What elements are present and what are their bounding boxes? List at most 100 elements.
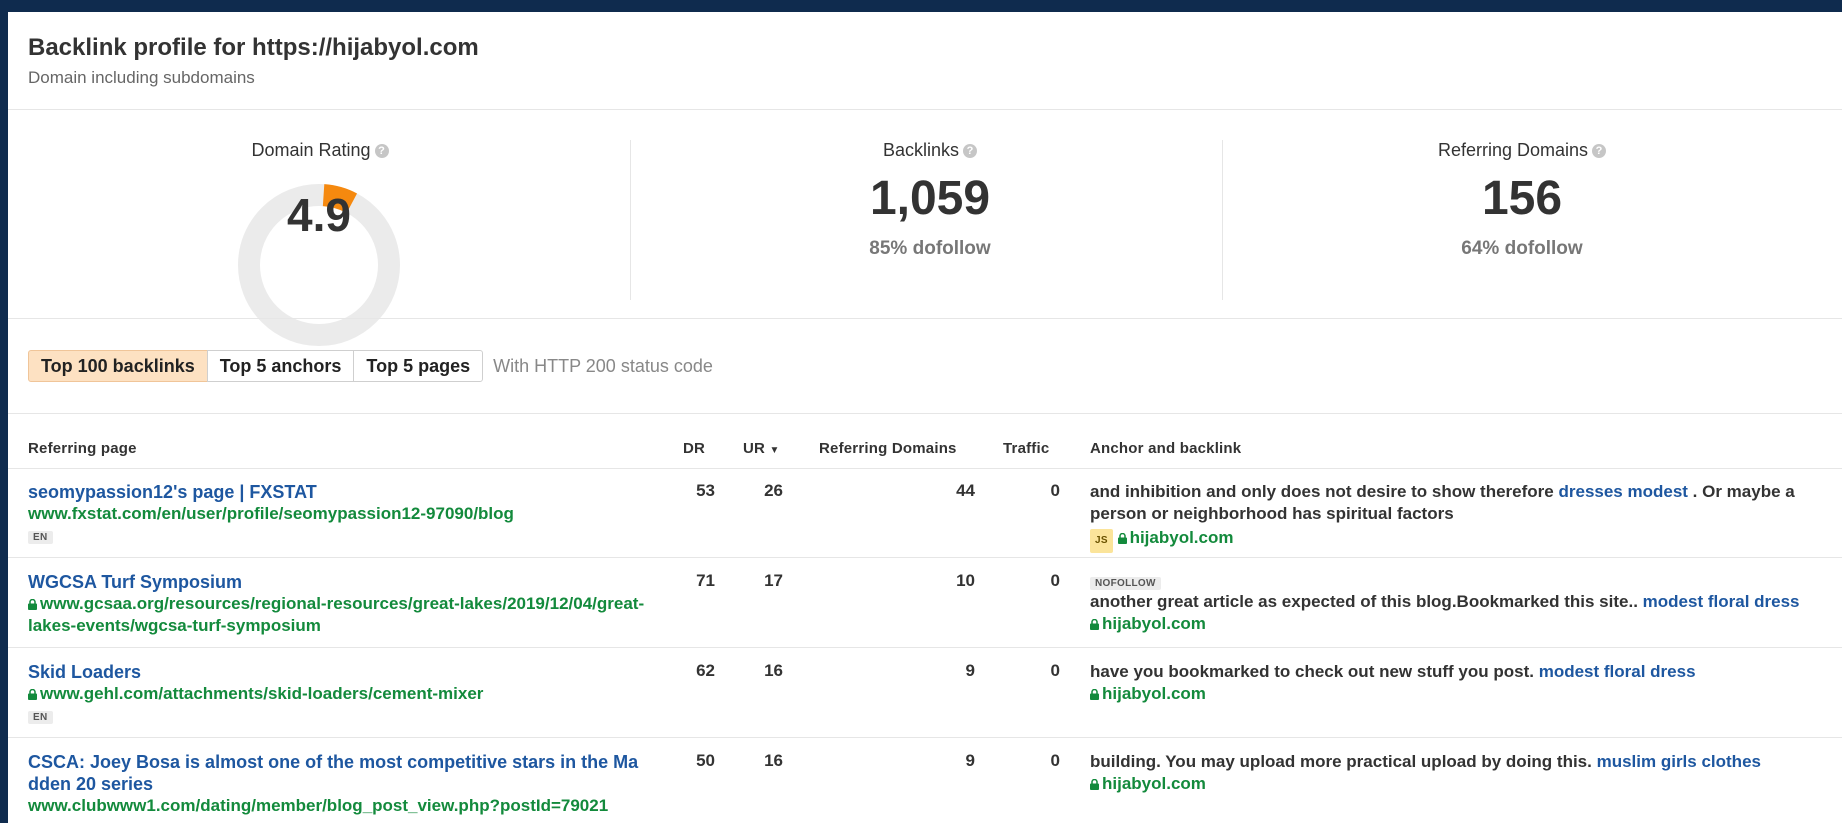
referring-page-url[interactable]: www.clubwww1.com/dating/member/blog_post… — [28, 795, 648, 817]
metric-separator — [630, 140, 631, 300]
traffic-value: 0 — [1050, 481, 1060, 500]
anchor-text-line: building. You may upload more practical … — [1090, 751, 1830, 773]
question-circle-icon[interactable]: ? — [1592, 144, 1607, 158]
ur-value: 26 — [764, 481, 783, 500]
referring-page-url-line: www.gcsaa.org/resources/regional-resourc… — [28, 593, 648, 637]
backlink-profile-panel: Backlink profile for https://hijabyol.co… — [8, 12, 1842, 823]
referring-page-title[interactable]: Skid Loaders — [28, 661, 648, 683]
dr-value: 50 — [696, 751, 715, 770]
referring-domains-label: Referring Domains — [1437, 140, 1589, 160]
ur-value: 17 — [764, 571, 783, 590]
anchor-cell: building. You may upload more practical … — [1090, 751, 1830, 795]
anchor-link[interactable]: modest floral dress — [1643, 592, 1800, 611]
target-url[interactable]: hijabyol.com — [1102, 684, 1206, 703]
referring-page-title[interactable]: CSCA: Joey Bosa is almost one of the mos… — [28, 751, 648, 795]
referring-domains-dofollow: 64% dofollow — [1461, 238, 1583, 259]
referring-page-cell: seomypassion12's page | FXSTAT www.fxsta… — [28, 481, 648, 545]
header: Backlink profile for https://hijabyol.co… — [28, 34, 479, 88]
lock-icon — [1090, 689, 1099, 700]
traffic-value: 0 — [1050, 751, 1060, 770]
referring-domains-value: 9 — [965, 751, 975, 770]
target-url[interactable]: hijabyol.com — [1102, 774, 1206, 793]
target-url-line: hijabyol.com — [1090, 773, 1830, 795]
ur-value: 16 — [764, 661, 783, 680]
tab-top-5-anchors[interactable]: Top 5 anchors — [206, 350, 355, 382]
divider — [8, 468, 1842, 469]
dr-value: 71 — [696, 571, 715, 590]
language-badge: EN — [28, 531, 53, 544]
language-badge: EN — [28, 711, 53, 724]
anchor-text: another great article as expected of thi… — [1090, 592, 1638, 611]
referring-page-title[interactable]: seomypassion12's page | FXSTAT — [28, 481, 648, 503]
ur-value: 16 — [764, 751, 783, 770]
target-url-line: JS hijabyol.com — [1090, 525, 1830, 553]
anchor-text: have you bookmarked to check out new stu… — [1090, 662, 1534, 681]
backlinks-dofollow: 85% dofollow — [869, 238, 991, 259]
target-url[interactable]: hijabyol.com — [1102, 614, 1206, 633]
caret-down-icon: ▼ — [769, 445, 780, 456]
lock-icon — [28, 689, 37, 700]
row-divider — [8, 647, 1842, 648]
domain-rating-metric: Domain Rating? — [30, 140, 610, 161]
page-subtitle: Domain including subdomains — [28, 68, 255, 87]
tab-top-5-pages[interactable]: Top 5 pages — [353, 350, 484, 382]
row-divider — [8, 557, 1842, 558]
referring-page-url[interactable]: www.gcsaa.org/resources/regional-resourc… — [28, 594, 644, 635]
anchor-text-line: and inhibition and only does not desire … — [1090, 481, 1830, 525]
traffic-value: 0 — [1050, 661, 1060, 680]
referring-page-cell: Skid Loaders www.gehl.com/attachments/sk… — [28, 661, 648, 725]
question-circle-icon[interactable]: ? — [963, 144, 978, 158]
backlinks-value: 1,059 — [869, 172, 991, 225]
referring-page-cell: CSCA: Joey Bosa is almost one of the mos… — [28, 751, 648, 823]
question-circle-icon[interactable]: ? — [374, 144, 389, 158]
anchor-link[interactable]: muslim girls clothes — [1597, 752, 1761, 771]
col-traffic[interactable]: Traffic — [1003, 440, 1049, 457]
lock-icon — [1090, 779, 1099, 790]
status-code-filter-note: With HTTP 200 status code — [493, 355, 713, 376]
anchor-cell: have you bookmarked to check out new stu… — [1090, 661, 1830, 705]
js-badge: JS — [1090, 529, 1113, 553]
col-referring-page[interactable]: Referring page — [28, 440, 137, 457]
anchor-text: and inhibition and only does not desire … — [1090, 482, 1554, 501]
referring-domains-metric: Referring Domains? 156 64% dofollow — [1232, 140, 1812, 260]
tab-top-100-backlinks[interactable]: Top 100 backlinks — [28, 350, 208, 382]
backlink-tabs: Top 100 backlinks Top 5 anchors Top 5 pa… — [28, 350, 713, 382]
lock-icon — [1117, 533, 1127, 544]
referring-page-url[interactable]: www.fxstat.com/en/user/profile/seomypass… — [28, 503, 648, 525]
divider — [8, 413, 1842, 414]
divider — [8, 318, 1842, 319]
target-url-line: hijabyol.com — [1090, 613, 1830, 635]
referring-domains-value: 156 — [1481, 172, 1563, 225]
referring-page-cell: WGCSA Turf Symposium www.gcsaa.org/resou… — [28, 571, 648, 637]
referring-domains-value: 10 — [956, 571, 975, 590]
anchor-text-line: have you bookmarked to check out new stu… — [1090, 661, 1830, 683]
lock-icon — [1090, 619, 1099, 630]
referring-page-title[interactable]: WGCSA Turf Symposium — [28, 571, 648, 593]
col-referring-domains[interactable]: Referring Domains — [819, 440, 957, 457]
col-dr[interactable]: DR — [683, 440, 705, 457]
lock-icon — [28, 599, 37, 610]
page-title: Backlink profile for https://hijabyol.co… — [28, 34, 479, 61]
target-url-line: hijabyol.com — [1090, 683, 1830, 705]
domain-rating-label: Domain Rating — [251, 140, 371, 160]
traffic-value: 0 — [1050, 571, 1060, 590]
referring-page-url-line: www.gehl.com/attachments/skid-loaders/ce… — [28, 683, 648, 705]
anchor-text-line: another great article as expected of thi… — [1090, 591, 1830, 613]
backlinks-metric: Backlinks? 1,059 85% dofollow — [640, 140, 1220, 260]
dr-value: 53 — [696, 481, 715, 500]
anchor-text: building. You may upload more practical … — [1090, 752, 1592, 771]
row-divider — [8, 737, 1842, 738]
metric-separator — [1222, 140, 1223, 300]
col-ur[interactable]: UR ▼ — [743, 440, 780, 457]
referring-domains-value: 9 — [965, 661, 975, 680]
anchor-link[interactable]: modest floral dress — [1539, 662, 1696, 681]
col-anchor-and-backlink[interactable]: Anchor and backlink — [1090, 440, 1241, 457]
target-url[interactable]: hijabyol.com — [1130, 528, 1234, 547]
backlinks-label: Backlinks — [882, 140, 960, 160]
anchor-link[interactable]: dresses modest — [1558, 482, 1687, 501]
referring-page-url[interactable]: www.gehl.com/attachments/skid-loaders/ce… — [40, 684, 483, 703]
dr-value: 62 — [696, 661, 715, 680]
referring-domains-value: 44 — [956, 481, 975, 500]
anchor-cell: and inhibition and only does not desire … — [1090, 481, 1830, 553]
col-ur-label: UR — [743, 440, 766, 457]
